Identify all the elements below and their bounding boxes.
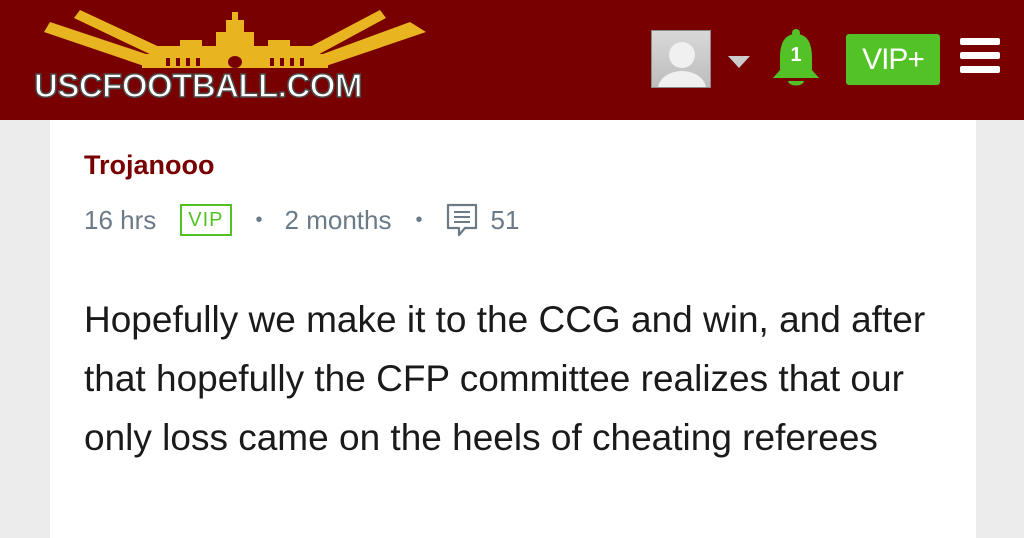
notifications-button[interactable]: 1 xyxy=(768,28,824,90)
logo-graphic xyxy=(44,10,426,68)
vip-badge: VIP xyxy=(180,204,232,236)
post-author[interactable]: Trojanooo xyxy=(84,150,215,181)
post-time: 16 hrs xyxy=(84,204,157,235)
user-avatar[interactable] xyxy=(651,30,711,88)
vip-plus-button[interactable]: VIP+ xyxy=(846,34,940,85)
hamburger-menu-icon[interactable] xyxy=(960,38,1000,74)
top-nav-bar: USCFOOTBALL.COM 1 VIP+ xyxy=(0,0,1024,120)
site-logo[interactable]: USCFOOTBALL.COM xyxy=(30,10,440,104)
menu-line xyxy=(960,52,1000,59)
post-card: Trojanooo 16 hrs VIP • 2 months • 51 Hop… xyxy=(50,120,976,538)
post-body: Hopefully we make it to the CCG and win,… xyxy=(84,299,926,458)
comment-icon[interactable] xyxy=(445,202,479,238)
menu-line xyxy=(960,66,1000,73)
comment-count[interactable]: 51 xyxy=(491,205,520,236)
separator-dot: • xyxy=(415,208,423,231)
notification-count: 1 xyxy=(790,44,802,66)
avatar-silhouette-icon xyxy=(658,42,706,87)
member-since: 2 months xyxy=(284,204,392,235)
menu-line xyxy=(960,38,1000,45)
site-name: USCFOOTBALL.COM xyxy=(33,67,363,105)
chevron-down-icon[interactable] xyxy=(728,56,750,68)
post-meta: 16 hrs VIP • 2 months • 51 xyxy=(84,202,519,238)
separator-dot: • xyxy=(255,208,263,231)
